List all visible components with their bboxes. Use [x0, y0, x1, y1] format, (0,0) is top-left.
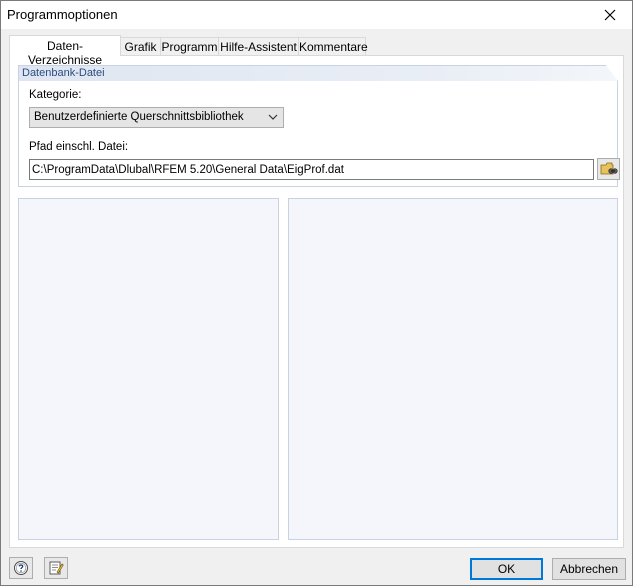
close-icon: [604, 9, 616, 21]
tab-data-directories[interactable]: Daten-Verzeichnisse: [9, 35, 121, 67]
program-options-dialog: Programmoptionen Daten-Verzeichnisse Gra…: [0, 0, 633, 586]
ok-button[interactable]: OK: [470, 558, 543, 580]
path-label: Pfad einschl. Datei:: [29, 141, 129, 153]
group-header-notch: [606, 65, 618, 81]
group-title: Datenbank-Datei: [22, 67, 105, 79]
title-bar: Programmoptionen: [1, 1, 632, 29]
help-icon: [14, 561, 28, 575]
category-label: Kategorie:: [29, 89, 82, 101]
edit-notes-icon: [49, 561, 64, 575]
tab-graphics[interactable]: Grafik: [120, 37, 161, 55]
cancel-button[interactable]: Abbrechen: [552, 558, 626, 580]
category-dropdown[interactable]: Benutzerdefinierte Querschnittsbibliothe…: [29, 107, 284, 128]
category-value: Benutzerdefinierte Querschnittsbibliothe…: [34, 111, 244, 123]
tab-comments[interactable]: Kommentare: [298, 37, 368, 55]
tab-label: Programm: [161, 40, 218, 54]
database-file-group: Datenbank-Datei Kategorie: Benutzerdefin…: [18, 65, 620, 187]
chevron-down-icon: [268, 114, 278, 120]
tab-program[interactable]: Programm: [160, 37, 219, 55]
right-panel: [288, 198, 618, 540]
path-input[interactable]: [29, 159, 594, 180]
tab-label: Hilfe-Assistent: [220, 40, 297, 54]
window-title: Programmoptionen: [7, 7, 118, 22]
tab-label: Daten-Verzeichnisse: [27, 39, 103, 67]
tab-help-assistant[interactable]: Hilfe-Assistent: [218, 37, 299, 55]
left-panel: [18, 198, 279, 540]
close-button[interactable]: [588, 1, 632, 29]
tab-page-data-directories: Datenbank-Datei Kategorie: Benutzerdefin…: [9, 55, 624, 548]
edit-notes-button[interactable]: [44, 557, 68, 579]
help-button[interactable]: [9, 557, 33, 579]
tab-label: Grafik: [124, 40, 157, 54]
folder-browse-icon: [600, 162, 618, 175]
browse-button[interactable]: [597, 158, 620, 180]
tab-label: Kommentare: [299, 40, 368, 54]
group-header: Datenbank-Datei: [19, 66, 617, 81]
